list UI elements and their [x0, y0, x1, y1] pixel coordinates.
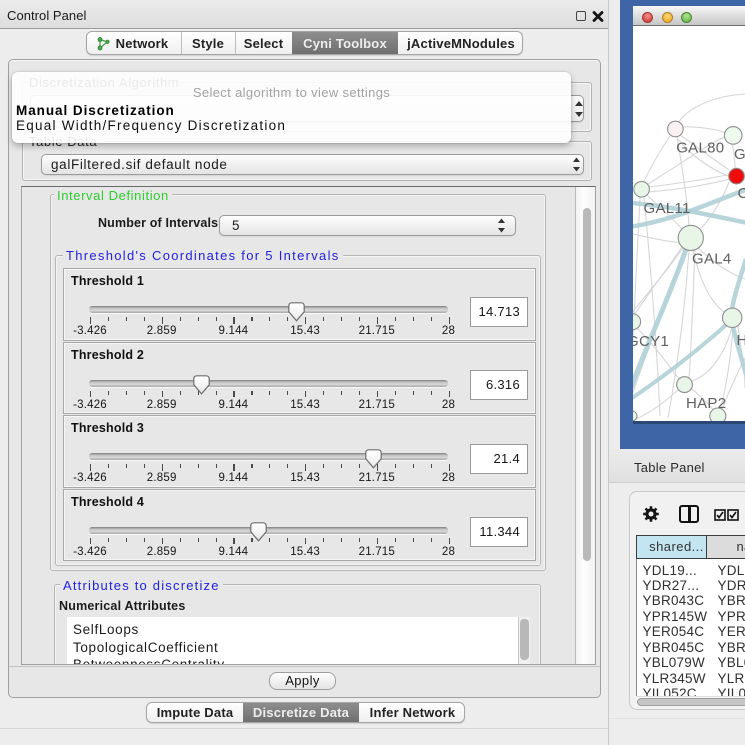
svg-text:GAL4: GAL4: [692, 251, 732, 268]
svg-text:GAL80: GAL80: [676, 140, 724, 157]
svg-text:HAP2: HAP2: [686, 395, 726, 412]
svg-text:C: C: [738, 185, 745, 202]
svg-text:GA: GA: [734, 146, 745, 163]
svg-text:H: H: [737, 332, 745, 349]
svg-text:GAL11: GAL11: [644, 200, 691, 217]
svg-text:GCY1: GCY1: [633, 333, 669, 350]
